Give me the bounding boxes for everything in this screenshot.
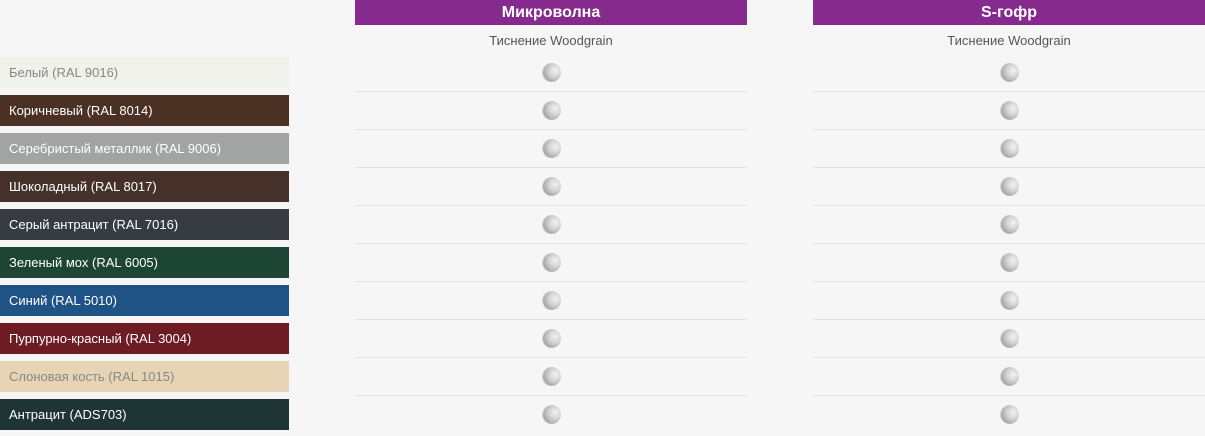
column-title: Микроволна bbox=[501, 3, 601, 21]
textured-sample-icon bbox=[999, 253, 1019, 272]
textured-sample-icon bbox=[541, 139, 561, 158]
column-subtitle-mikrovolna: Тиснение Woodgrain bbox=[355, 31, 747, 49]
availability-cell-mikrovolna bbox=[355, 357, 747, 395]
availability-cell-mikrovolna bbox=[355, 205, 747, 243]
textured-sample-icon bbox=[541, 215, 561, 234]
textured-sample-icon bbox=[541, 405, 561, 424]
textured-sample-icon bbox=[999, 329, 1019, 348]
availability-cell-mikrovolna bbox=[355, 167, 747, 205]
column-subtitle: Тиснение Woodgrain bbox=[489, 32, 613, 48]
color-label: Зеленый мох (RAL 6005) bbox=[9, 255, 158, 270]
availability-cell-s-gofr bbox=[813, 91, 1205, 129]
availability-cell-mikrovolna bbox=[355, 91, 747, 129]
color-label: Коричневый (RAL 8014) bbox=[9, 103, 153, 118]
column-subtitle-s-gofr: Тиснение Woodgrain bbox=[813, 31, 1205, 49]
column-title: S-гофр bbox=[981, 3, 1037, 21]
textured-sample-icon bbox=[541, 177, 561, 196]
textured-sample-icon bbox=[999, 101, 1019, 120]
availability-cell-mikrovolna bbox=[355, 243, 747, 281]
textured-sample-icon bbox=[999, 62, 1019, 82]
availability-cell-s-gofr bbox=[813, 243, 1205, 281]
availability-cell-s-gofr bbox=[813, 319, 1205, 357]
textured-sample-icon bbox=[999, 405, 1019, 424]
availability-cell-s-gofr bbox=[813, 167, 1205, 205]
availability-cell-s-gofr bbox=[813, 281, 1205, 319]
column-header-s-gofr: S-гофр bbox=[813, 0, 1205, 25]
availability-cell-s-gofr bbox=[813, 395, 1205, 433]
color-swatch-row: Зеленый мох (RAL 6005) bbox=[0, 247, 289, 278]
color-swatch-row: Слоновая кость (RAL 1015) bbox=[0, 361, 289, 392]
availability-cell-mikrovolna bbox=[355, 319, 747, 357]
availability-cell-mikrovolna bbox=[355, 53, 747, 91]
textured-sample-icon bbox=[541, 329, 561, 348]
color-label: Серый антрацит (RAL 7016) bbox=[9, 217, 179, 232]
color-label: Серебристый металлик (RAL 9006) bbox=[9, 141, 222, 156]
color-swatch-row: Пурпурно-красный (RAL 3004) bbox=[0, 323, 289, 354]
textured-sample-icon bbox=[541, 101, 561, 120]
availability-cell-mikrovolna bbox=[355, 129, 747, 167]
color-swatch-row: Серый антрацит (RAL 7016) bbox=[0, 209, 289, 240]
color-swatch-row: Серебристый металлик (RAL 9006) bbox=[0, 133, 289, 164]
color-label: Белый (RAL 9016) bbox=[9, 65, 119, 80]
availability-cell-s-gofr bbox=[813, 53, 1205, 91]
color-label: Пурпурно-красный (RAL 3004) bbox=[9, 331, 192, 346]
column-subtitle: Тиснение Woodgrain bbox=[947, 32, 1071, 48]
color-label: Синий (RAL 5010) bbox=[9, 293, 117, 308]
color-swatch-row: Синий (RAL 5010) bbox=[0, 285, 289, 316]
textured-sample-icon bbox=[541, 291, 561, 310]
column-header-mikrovolna: Микроволна bbox=[355, 0, 747, 25]
color-swatch-row: Шоколадный (RAL 8017) bbox=[0, 171, 289, 202]
textured-sample-icon bbox=[541, 367, 561, 386]
color-swatch-row: Белый (RAL 9016) bbox=[0, 57, 289, 88]
textured-sample-icon bbox=[541, 62, 561, 82]
textured-sample-icon bbox=[999, 367, 1019, 386]
color-swatch-row: Коричневый (RAL 8014) bbox=[0, 95, 289, 126]
textured-sample-icon bbox=[999, 291, 1019, 310]
textured-sample-icon bbox=[999, 177, 1019, 196]
color-label: Слоновая кость (RAL 1015) bbox=[9, 369, 175, 384]
availability-cell-s-gofr bbox=[813, 205, 1205, 243]
textured-sample-icon bbox=[999, 215, 1019, 234]
availability-cell-s-gofr bbox=[813, 357, 1205, 395]
availability-cell-s-gofr bbox=[813, 129, 1205, 167]
color-swatch-row: Антрацит (ADS703) bbox=[0, 399, 289, 430]
color-label: Антрацит (ADS703) bbox=[9, 407, 127, 422]
availability-cell-mikrovolna bbox=[355, 281, 747, 319]
textured-sample-icon bbox=[999, 139, 1019, 158]
availability-cell-mikrovolna bbox=[355, 395, 747, 433]
textured-sample-icon bbox=[541, 253, 561, 272]
color-label: Шоколадный (RAL 8017) bbox=[9, 179, 157, 194]
